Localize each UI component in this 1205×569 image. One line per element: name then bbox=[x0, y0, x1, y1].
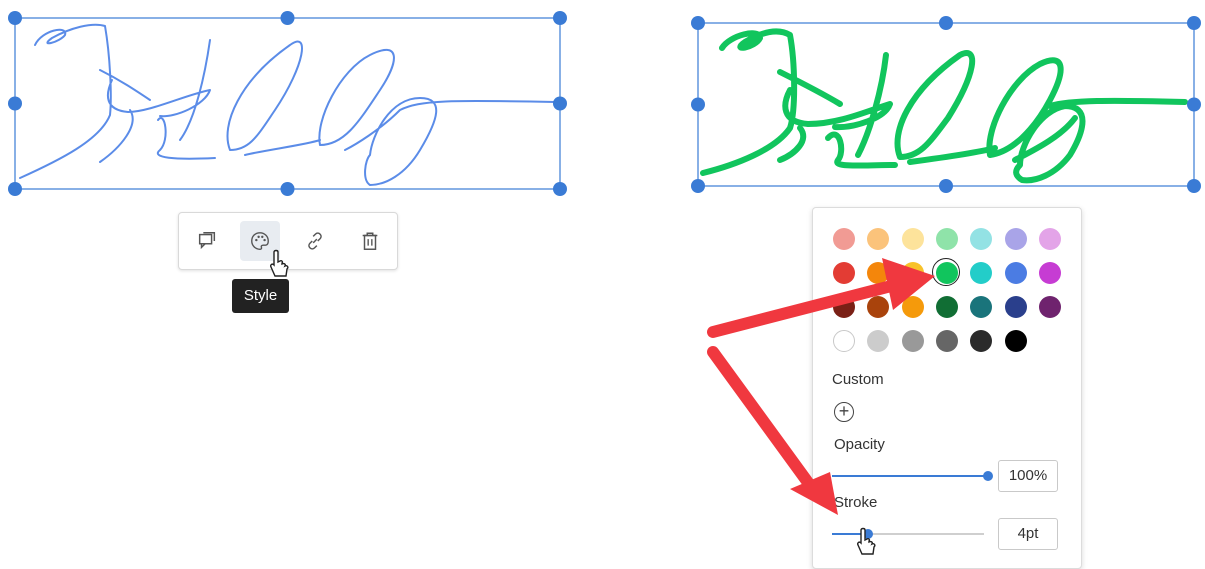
opacity-slider-knob[interactable] bbox=[983, 471, 993, 481]
stroke-value-field[interactable]: 4pt bbox=[998, 518, 1058, 550]
color-swatch[interactable] bbox=[901, 330, 924, 352]
delete-button[interactable] bbox=[350, 221, 390, 261]
color-swatch[interactable] bbox=[1004, 296, 1027, 318]
color-swatch[interactable] bbox=[833, 296, 855, 318]
color-swatch[interactable] bbox=[1038, 228, 1061, 250]
color-swatch[interactable] bbox=[833, 228, 855, 250]
color-swatch[interactable] bbox=[935, 296, 958, 318]
opacity-value-field[interactable]: 100% bbox=[998, 460, 1058, 492]
element-toolbar bbox=[178, 212, 398, 270]
right-freehand-stroke[interactable] bbox=[700, 28, 1188, 184]
add-custom-color-icon[interactable]: + bbox=[834, 402, 854, 422]
opacity-label: Opacity bbox=[834, 436, 885, 453]
color-swatch[interactable] bbox=[1038, 262, 1061, 284]
color-swatch[interactable] bbox=[931, 258, 960, 286]
link-button[interactable] bbox=[295, 221, 335, 261]
custom-label: Custom bbox=[832, 371, 884, 388]
comment-button[interactable] bbox=[187, 221, 227, 261]
color-swatch[interactable] bbox=[901, 296, 924, 318]
stroke-label: Stroke bbox=[834, 494, 878, 511]
resize-handle[interactable] bbox=[1187, 97, 1201, 112]
right-selection-box bbox=[697, 22, 1195, 187]
resize-handle[interactable] bbox=[1187, 179, 1201, 193]
color-swatch[interactable] bbox=[1004, 330, 1027, 352]
color-swatch[interactable] bbox=[833, 330, 855, 352]
color-swatch[interactable] bbox=[1004, 262, 1027, 284]
palette-icon bbox=[251, 232, 269, 250]
right-selection-handles[interactable] bbox=[691, 16, 1201, 193]
style-tooltip: Style bbox=[232, 279, 289, 313]
resize-handle[interactable] bbox=[691, 16, 705, 30]
canvas[interactable]: Style Custom + Opacity 100% Stroke 4pt bbox=[0, 0, 1205, 569]
color-swatch[interactable] bbox=[935, 330, 958, 352]
comment-icon bbox=[198, 232, 216, 250]
style-button[interactable] bbox=[240, 221, 280, 261]
resize-handle[interactable] bbox=[691, 179, 705, 193]
link-icon bbox=[308, 232, 322, 250]
color-swatch[interactable] bbox=[901, 262, 924, 284]
color-swatch[interactable] bbox=[833, 262, 855, 284]
color-swatch[interactable] bbox=[935, 228, 958, 250]
resize-handle[interactable] bbox=[1187, 16, 1201, 30]
color-swatch[interactable] bbox=[901, 228, 924, 250]
resize-handle[interactable] bbox=[691, 97, 705, 112]
stroke-slider-knob[interactable] bbox=[863, 529, 873, 539]
color-swatch[interactable] bbox=[1038, 296, 1061, 318]
resize-handle[interactable] bbox=[939, 179, 953, 193]
color-swatch[interactable] bbox=[1004, 228, 1027, 250]
resize-handle[interactable] bbox=[939, 16, 953, 30]
opacity-slider-fill bbox=[832, 475, 988, 477]
trash-icon bbox=[362, 232, 378, 250]
